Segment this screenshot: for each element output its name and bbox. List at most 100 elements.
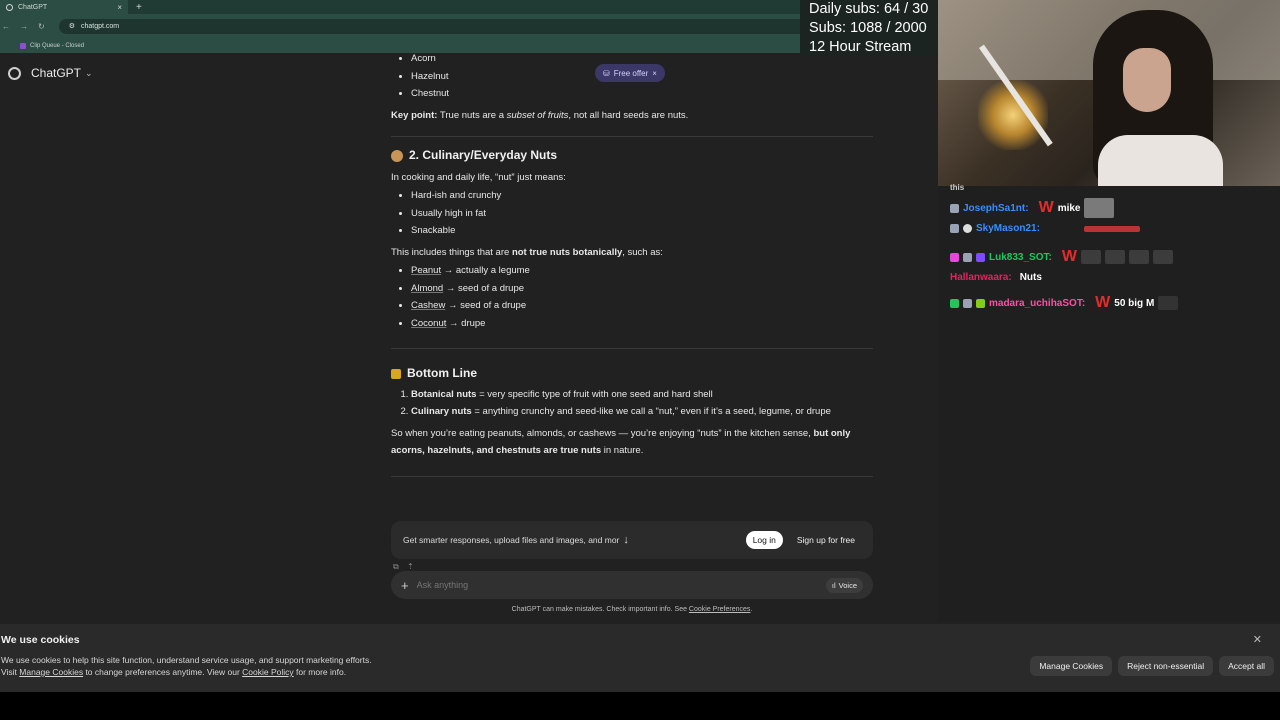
browser-tab[interactable]: ChatGPT ×	[0, 0, 128, 14]
plus-icon[interactable]: +	[401, 578, 409, 593]
list-item: Almond → seed of a drupe	[411, 280, 873, 298]
face-emote-icon	[1158, 296, 1179, 310]
login-banner: Get smarter responses, upload files and …	[391, 521, 873, 559]
example-desc: → seed of a drupe	[443, 282, 525, 294]
chat-username[interactable]: madara_uchihaSOT:	[989, 298, 1085, 309]
bookmark-item[interactable]: Clip Queue - Closed	[30, 43, 84, 49]
list-item: Cashew → seed of a drupe	[411, 297, 873, 315]
chat-username[interactable]: SkyMason21:	[976, 223, 1040, 234]
chat-username[interactable]: JosephSa1nt:	[963, 203, 1029, 214]
face-emote-icon	[1084, 198, 1115, 218]
stream-length-text: 12 Hour Stream	[809, 39, 912, 55]
arrow-down-icon[interactable]: ↓	[623, 534, 629, 546]
example-desc: → actually a legume	[441, 265, 530, 276]
subs-text: Subs: 1088 / 2000	[809, 20, 927, 36]
list-item: Peanut → actually a legume	[411, 262, 873, 280]
cookie-line: We use cookies to help this site functio…	[1, 655, 372, 665]
forward-icon[interactable]: →	[20, 22, 28, 31]
cookie-close-icon[interactable]: ✕	[1253, 633, 1262, 646]
example-name: Almond	[411, 282, 444, 294]
bookmark-icon	[20, 42, 26, 49]
reject-nonessential-button[interactable]: Reject non-essential	[1118, 656, 1214, 676]
composer: + ıl Voice	[391, 571, 873, 599]
chevron-down-icon[interactable]: ⌄	[85, 68, 93, 79]
example-name: Peanut	[411, 265, 442, 276]
chat-text: mike	[1057, 202, 1081, 214]
divider	[391, 136, 873, 137]
login-button[interactable]: Log in	[745, 531, 783, 549]
text: , not all hard seeds are nuts.	[568, 109, 689, 121]
example-name: Cashew	[411, 300, 446, 311]
cookie-buttons: Manage Cookies Reject non-essential Acce…	[1030, 656, 1274, 676]
cookie-preferences-link[interactable]: Cookie Preferences	[689, 606, 750, 613]
list-item: Snackable	[411, 222, 873, 240]
lips-emote-icon	[1083, 225, 1140, 232]
model-selector-label[interactable]: ChatGPT	[31, 66, 81, 80]
site-info-icon[interactable]: ⚙	[69, 22, 75, 30]
chat-w-text: W	[1095, 294, 1111, 311]
streamer-image	[1093, 10, 1223, 186]
prompt-input[interactable]	[416, 580, 818, 590]
sword-badge-icon	[963, 252, 972, 262]
section-title: Bottom Line	[407, 366, 477, 380]
manage-cookies-link[interactable]: Manage Cookies	[19, 667, 83, 677]
webcam-feed	[938, 0, 1280, 186]
heart-badge-icon	[950, 252, 959, 262]
grid-emote-icon	[1080, 250, 1101, 264]
summary-paragraph: So when you’re eating peanuts, almonds, …	[391, 425, 873, 460]
manage-cookies-button[interactable]: Manage Cookies	[1030, 656, 1113, 676]
chatgpt-favicon-icon	[6, 3, 13, 11]
cookie-banner: We use cookies We use cookies to help th…	[0, 624, 1280, 692]
tab-close-icon[interactable]: ×	[117, 3, 122, 12]
accept-all-button[interactable]: Accept all	[1219, 656, 1274, 676]
cookie-policy-link[interactable]: Cookie Policy	[242, 667, 294, 677]
address-bar-row: ← → ↻ ⚙ chatgpt.com	[0, 14, 938, 38]
sub-badge-icon	[976, 298, 985, 308]
text-bold: not true nuts botanically	[511, 246, 623, 258]
cookie-title: We use cookies	[1, 634, 80, 646]
disclaimer-text: .	[750, 606, 753, 613]
divider	[391, 475, 873, 477]
waveform-icon: ıl	[831, 580, 836, 590]
chat-text: Nuts	[1019, 272, 1042, 283]
tab-title: ChatGPT	[18, 3, 48, 11]
botanical-nuts-list: Acorn Hazelnut Chestnut	[391, 50, 873, 103]
text: = anything crunchy and seed-like we call…	[471, 406, 831, 417]
examples-list: Peanut → actually a legume Almond → seed…	[391, 262, 873, 332]
list-item: Hard-ish and crunchy	[411, 187, 873, 205]
paragraph: In cooking and daily life, “nut” just me…	[391, 171, 566, 183]
text-bold: Botanical nuts	[411, 388, 477, 400]
text: = very specific type of fruit with one s…	[476, 388, 713, 400]
section-heading: 2. Culinary/Everyday Nuts	[391, 147, 873, 165]
openai-logo-icon[interactable]	[8, 66, 21, 80]
text-emphasis: subset of fruits	[506, 109, 569, 121]
text: for more info.	[293, 667, 347, 677]
chat-message: SkyMason21:	[950, 223, 1140, 234]
stream-chat: this JosephSa1nt: W mike SkyMason21: Luk…	[938, 183, 1280, 622]
reload-icon[interactable]: ↻	[38, 22, 45, 31]
screen: ChatGPT × + ← → ↻ ⚙ chatgpt.com Clip Que…	[0, 0, 1280, 720]
text: Visit	[1, 667, 20, 677]
voice-label: Voice	[838, 580, 857, 590]
url-text: chatgpt.com	[80, 22, 120, 30]
chat-w-text: W	[1038, 199, 1054, 216]
text-bold: Culinary nuts	[411, 406, 472, 417]
share-icon[interactable]: ⇡	[407, 562, 414, 571]
chat-message: Hallanwaara: Nuts	[950, 272, 1042, 283]
example-desc: → seed of a drupe	[445, 300, 527, 311]
new-tab-button[interactable]: +	[136, 2, 142, 13]
url-field[interactable]: ⚙ chatgpt.com	[58, 18, 919, 34]
chat-message: JosephSa1nt: W mike	[950, 198, 1115, 218]
streamer-face	[1123, 48, 1171, 112]
copy-icon[interactable]: ⧉	[393, 562, 399, 571]
voice-button[interactable]: ıl Voice	[825, 577, 863, 593]
text: So when you’re eating peanuts, almonds, …	[391, 427, 814, 439]
chat-username[interactable]: Hallanwaara:	[950, 272, 1012, 283]
banner-message: Get smarter responses, upload files and …	[403, 535, 620, 545]
signup-button[interactable]: Sign up for free	[791, 531, 861, 549]
back-icon[interactable]: ←	[2, 22, 10, 31]
chat-username[interactable]: Luk833_SOT:	[989, 252, 1052, 263]
sword-badge-icon	[950, 203, 959, 213]
list-item: Culinary nuts = anything crunchy and see…	[411, 403, 873, 421]
chat-w-text: W	[1061, 248, 1077, 265]
